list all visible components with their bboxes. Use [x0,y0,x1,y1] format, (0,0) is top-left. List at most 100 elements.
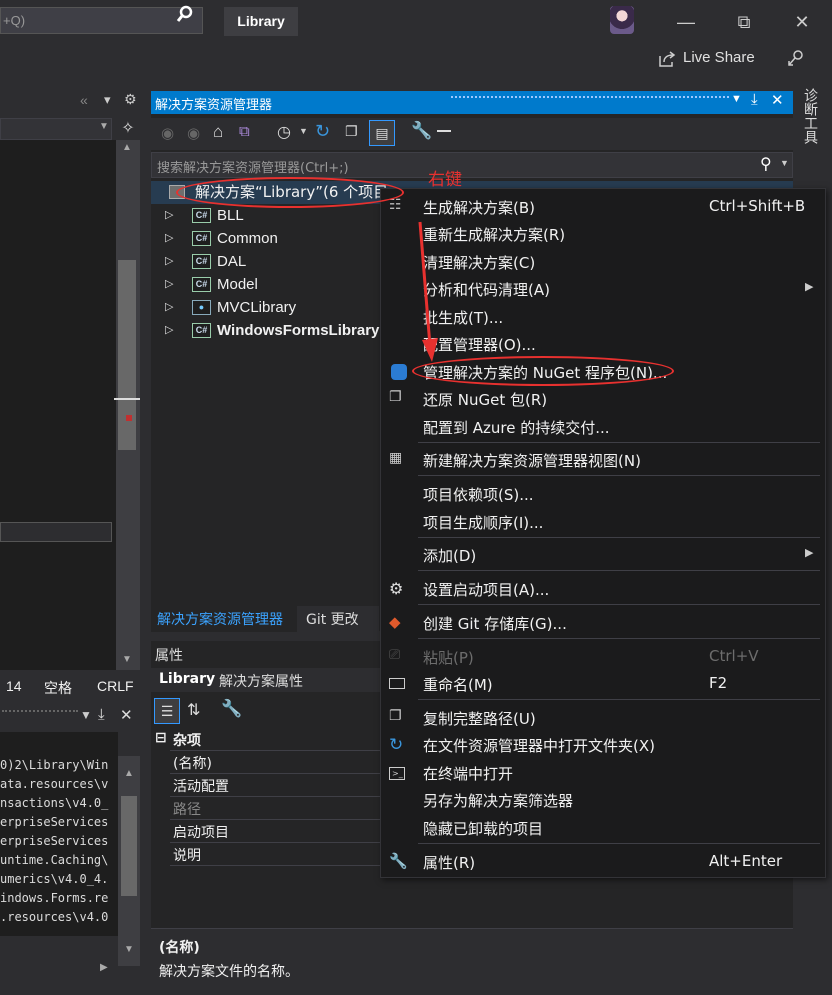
menu-item-project-dependencies[interactable]: 项目依赖项(S)... [381,480,825,507]
output-line: untime.Caching\ [0,853,109,867]
chevron-down-icon[interactable]: ▼ [780,158,789,168]
dropdown-arrow-icon[interactable]: ▾ [104,92,111,108]
property-pages-icon[interactable]: 🔧 [221,699,242,719]
menu-item-paste[interactable]: ⎚ 粘贴(P) Ctrl+V [381,643,825,670]
menu-item-build-solution[interactable]: ☷ 生成解决方案(B) Ctrl+Shift+B [381,193,825,220]
preview-icon[interactable] [437,130,451,132]
menu-item-clean-solution[interactable]: 清理解决方案(C) [381,248,825,275]
search-icon[interactable] [176,5,194,23]
tree-item-common[interactable]: ▷ C# Common [151,227,391,250]
menu-item-build-order[interactable]: 项目生成顺序(I)... [381,508,825,535]
close-icon[interactable]: ✕ [790,10,814,34]
chevron-down-icon[interactable]: ▼ [299,126,308,136]
menu-item-create-git-repo[interactable]: ◆ 创建 Git 存储库(G)... [381,609,825,636]
live-share-button[interactable]: Live Share [683,49,755,66]
sync-icon[interactable]: ↻ [315,121,330,142]
expand-arrow-icon[interactable]: ▷ [165,273,175,296]
expand-arrow-icon[interactable]: ▷ [165,296,175,319]
collapse-all-icon[interactable]: ❐ [345,123,358,140]
pin-icon[interactable]: ⤓ [751,91,758,108]
forward-icon[interactable]: ◉ [187,124,200,142]
member-dropdown[interactable]: ▼ [0,118,112,140]
output-line: 0)2\Library\Win [0,758,109,772]
gear-icon[interactable]: ⚙ [124,91,137,108]
menu-item-rebuild-solution[interactable]: 重新生成解决方案(R) [381,220,825,247]
switch-views-icon[interactable]: ⧉ [239,123,250,140]
menu-item-copy-full-path[interactable]: ❐ 复制完整路径(U) [381,704,825,731]
chevron-down-icon: ▼ [99,121,109,132]
menu-item-new-explorer-view[interactable]: ▦ 新建解决方案资源管理器视图(N) [381,446,825,473]
menu-item-rename[interactable]: 重命名(M) F2 [381,670,825,697]
alphabetical-icon[interactable]: ⇅ [187,700,200,720]
menu-item-open-in-explorer[interactable]: ↻ 在文件资源管理器中打开文件夹(X) [381,731,825,758]
avatar[interactable] [610,6,634,34]
menu-item-analyze[interactable]: 分析和代码清理(A) ▶ [381,275,825,302]
submenu-arrow-icon: ▶ [805,546,814,559]
categorized-icon[interactable]: ☰ [154,698,180,724]
split-icon[interactable]: ✧ [116,118,140,140]
line-ending-indicator[interactable]: CRLF [97,678,134,694]
quick-launch-search[interactable]: +Q) [0,7,203,34]
pending-changes-icon[interactable]: ◷ [277,122,291,142]
properties-object-selector[interactable]: Library 解决方案属性 [151,668,381,692]
restore-icon[interactable]: ⧉ [732,10,756,34]
menu-separator [418,442,820,443]
tree-item-windowsformslibrary[interactable]: ▷ C# WindowsFormsLibrary [151,319,391,342]
scroll-right-icon[interactable]: ▶ [100,962,114,976]
close-icon[interactable]: ✕ [120,706,133,724]
horizontal-scrollbar[interactable] [0,522,112,542]
menu-separator [418,604,820,605]
collapse-icon[interactable]: ⊟ [155,730,167,746]
tab-solution-explorer[interactable]: 解决方案资源管理器 [157,609,283,629]
menu-item-save-filter[interactable]: 另存为解决方案筛选器 [381,786,825,813]
column-indicator[interactable]: 14 [6,678,22,694]
dropdown-arrow-icon[interactable]: ▼ [731,93,742,105]
menu-item-add[interactable]: 添加(D) ▶ [381,541,825,568]
menu-item-azure-delivery[interactable]: 配置到 Azure 的持续交付... [381,413,825,440]
tab-git-changes[interactable]: Git 更改 [306,609,359,629]
editor-status-bar: 14 空格 CRLF [0,676,146,698]
close-icon[interactable]: ✕ [771,91,784,109]
git-icon: ◆ [389,613,401,631]
home-icon[interactable]: ⌂ [213,122,223,142]
property-row[interactable]: 活动配置 [151,774,381,797]
menu-item-properties[interactable]: 🔧 属性(R) Alt+Enter [381,848,825,875]
tree-item-model[interactable]: ▷ C# Model [151,273,391,296]
back-icon[interactable]: ◉ [161,124,174,142]
scroll-left-icon[interactable]: « [80,92,88,108]
wrench-icon[interactable]: 🔧 [411,121,432,141]
menu-item-open-in-terminal[interactable]: >_ 在终端中打开 [381,759,825,786]
tree-item-mvclibrary[interactable]: ▷ ● MVCLibrary [151,296,391,319]
scrollbar-thumb[interactable] [118,260,136,450]
pin-icon[interactable]: ⤓ [98,706,105,723]
explorer-tabs: 解决方案资源管理器 Git 更改 [151,606,379,632]
output-log[interactable]: 0)2\Library\Win ata.resources\v nsaction… [0,756,118,936]
menu-item-configuration-manager[interactable]: 配置管理器(O)... [381,330,825,357]
show-all-files-icon[interactable]: ▤ [369,120,395,146]
dropdown-arrow-icon[interactable]: ▼ [80,708,92,722]
expand-arrow-icon[interactable]: ▷ [165,250,175,273]
property-row[interactable]: 启动项目 [151,820,381,843]
menu-item-set-startup[interactable]: ⚙ 设置启动项目(A)... [381,575,825,602]
minimize-icon[interactable]: — [674,10,698,34]
property-row[interactable]: (名称) [151,751,381,774]
property-row[interactable]: 路径 [151,797,381,820]
menu-item-hide-unloaded[interactable]: 隐藏已卸载的项目 [381,814,825,841]
search-icon[interactable]: ⚲ [760,154,772,174]
menu-separator [418,699,820,700]
expand-arrow-icon[interactable]: ▷ [165,319,175,342]
menu-item-restore-nuget[interactable]: ❐ 还原 NuGet 包(R) [381,385,825,412]
diagnostic-tools-tab[interactable]: 诊断工具 [798,88,820,168]
live-share-icon[interactable] [658,50,676,68]
tree-item-dal[interactable]: ▷ C# DAL [151,250,391,273]
expand-arrow-icon[interactable]: ▷ [165,204,175,227]
whitespace-indicator[interactable]: 空格 [44,678,72,698]
vertical-scrollbar[interactable]: ▲ ▼ [118,756,140,966]
property-row[interactable]: 说明 [151,843,381,866]
property-label: 说明 [173,848,201,864]
output-line: indows.Forms.re [0,891,109,905]
expand-arrow-icon[interactable]: ▷ [165,227,175,250]
menu-item-batch-build[interactable]: 批生成(T)... [381,303,825,330]
feedback-icon[interactable] [786,48,806,68]
property-category[interactable]: ⊟ 杂项 [151,728,381,751]
